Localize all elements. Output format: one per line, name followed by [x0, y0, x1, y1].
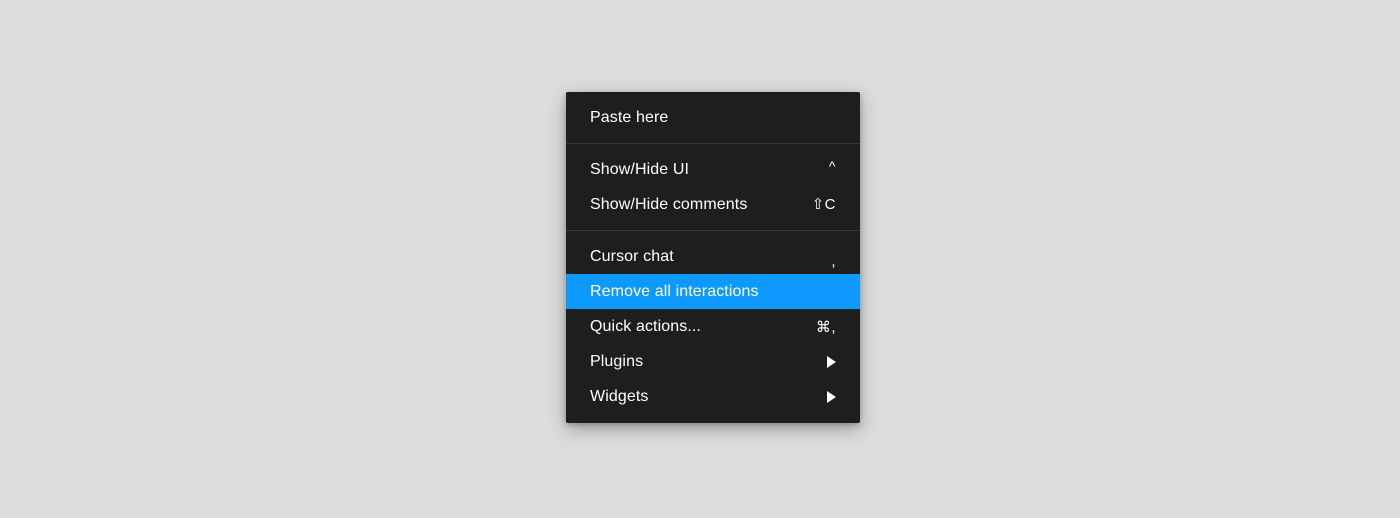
menu-section-paste: Paste here — [566, 92, 860, 143]
menu-item-show-hide-ui[interactable]: Show/Hide UI ^ — [566, 152, 860, 187]
menu-item-plugins[interactable]: Plugins — [566, 344, 860, 379]
menu-item-shortcut: ⌘, — [815, 319, 836, 336]
chevron-right-icon — [827, 355, 836, 368]
menu-item-widgets[interactable]: Widgets — [566, 379, 860, 414]
menu-section-actions: Cursor chat , Remove all interactions Qu… — [566, 230, 860, 423]
menu-item-cursor-chat[interactable]: Cursor chat , — [566, 239, 860, 274]
menu-item-label: Plugins — [590, 353, 644, 370]
menu-section-visibility: Show/Hide UI ^ Show/Hide comments ⇧C — [566, 143, 860, 230]
menu-item-label: Cursor chat — [590, 248, 674, 265]
chevron-right-icon — [827, 390, 836, 403]
context-menu: Paste here Show/Hide UI ^ Show/Hide comm… — [566, 92, 860, 423]
menu-item-show-hide-comments[interactable]: Show/Hide comments ⇧C — [566, 187, 860, 222]
canvas-background: Paste here Show/Hide UI ^ Show/Hide comm… — [0, 0, 1400, 518]
menu-item-quick-actions[interactable]: Quick actions... ⌘, — [566, 309, 860, 344]
menu-item-remove-all-interactions[interactable]: Remove all interactions — [566, 274, 860, 309]
menu-item-label: Widgets — [590, 388, 649, 405]
menu-item-label: Quick actions... — [590, 318, 701, 335]
menu-item-label: Remove all interactions — [590, 283, 759, 300]
menu-item-shortcut: ⇧C — [811, 196, 836, 213]
menu-item-paste-here[interactable]: Paste here — [566, 100, 860, 135]
menu-item-label: Paste here — [590, 109, 669, 126]
menu-item-shortcut: ^ — [828, 158, 836, 174]
menu-item-label: Show/Hide UI — [590, 161, 690, 178]
menu-item-label: Show/Hide comments — [590, 196, 748, 213]
